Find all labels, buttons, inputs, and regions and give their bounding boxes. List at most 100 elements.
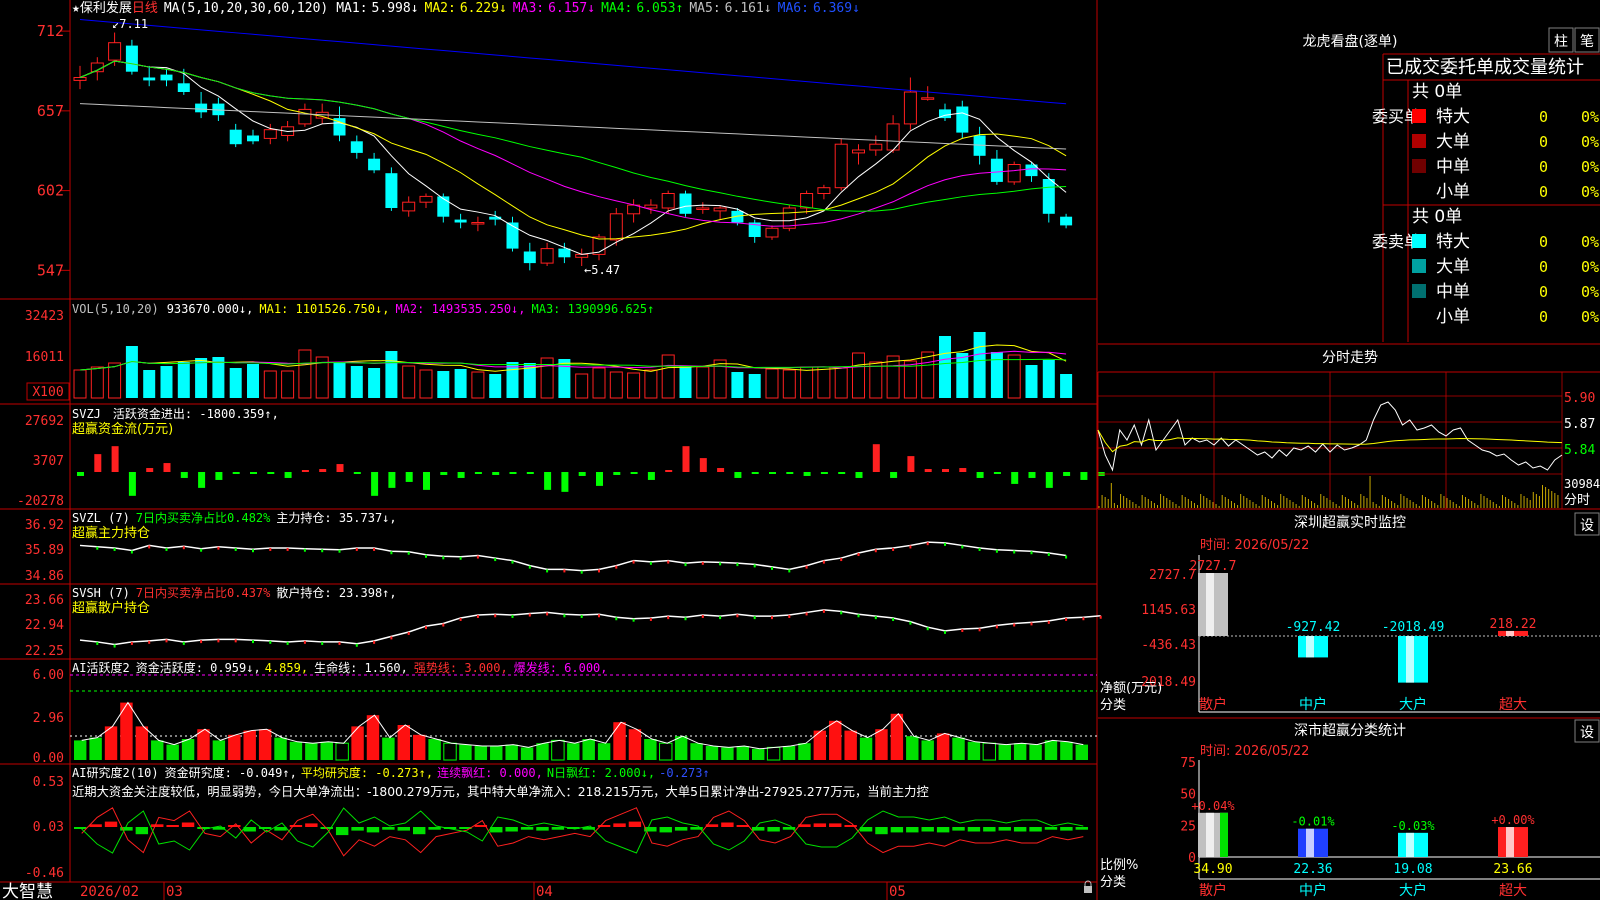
candle-body	[195, 103, 208, 113]
candle-body	[558, 248, 571, 258]
lock-icon[interactable]	[1084, 886, 1092, 893]
candle-body	[990, 158, 1003, 182]
svzl-main: 主力持仓: 35.737↓,	[276, 510, 396, 525]
activity-bar	[659, 742, 673, 761]
period-label[interactable]: 日线	[132, 1, 158, 16]
buy-row-name: 大单	[1436, 132, 1470, 152]
flow-bar	[440, 472, 448, 475]
ma3-name: MA3:	[513, 1, 544, 16]
flow-bar	[509, 472, 517, 474]
svg-text:AI活跃度2资金活跃度: 0.959↓,4.859,生命线:: AI活跃度2 资金活跃度: 0.959↓, 4.859, 生命线: 1.560, 强势线…	[72, 660, 608, 675]
research-bar	[628, 821, 642, 827]
flow-bar	[1063, 472, 1071, 476]
volume-bar	[679, 366, 692, 398]
price-axis-label: 712	[37, 22, 64, 40]
volume-bar	[454, 369, 467, 398]
activity-bar	[490, 746, 503, 760]
monitor-title: 深圳超赢实时监控	[1294, 514, 1406, 531]
ai2-t2: 平均研究度: -0.273↑,	[301, 765, 433, 780]
activity-bar	[829, 720, 842, 760]
monitor-category: 超大	[1499, 697, 1527, 713]
svsh-axis-0: 23.66	[25, 593, 64, 608]
vol-unit: X100	[32, 385, 63, 400]
monitor-bar-value: -2018.49	[1382, 620, 1445, 635]
activity-bar	[474, 746, 488, 760]
research-bar	[428, 827, 441, 830]
flow-bar	[457, 472, 465, 478]
flow-bar	[907, 456, 915, 472]
svg-text:笔: 笔	[1580, 34, 1594, 50]
classify-ylabel: 比例%	[1100, 858, 1138, 873]
price-axis-label: 547	[37, 261, 64, 279]
volume-bar	[212, 357, 225, 398]
svg-text:★保利发展日线MA(5,10,20,30,60,120)MA: ★保利发展日线 MA(5,10,20,30,60,120) MA1: 5.998↓ MA…	[72, 0, 860, 16]
research-bar	[243, 827, 256, 832]
volume-bar	[956, 353, 969, 398]
classify-panel[interactable]: 深市超赢分类统计 设 时间: 2026/05/22 7550250 比例% 分类…	[1100, 719, 1600, 899]
price-axis-label: 657	[37, 102, 64, 120]
classify-axis-label: 75	[1180, 756, 1196, 771]
research-bar	[921, 827, 934, 832]
activity-bar	[366, 715, 380, 760]
activity-bar	[998, 744, 1011, 760]
activity-bar	[1060, 741, 1073, 760]
activity-bar	[690, 743, 703, 760]
stock-name[interactable]: 保利发展	[80, 0, 132, 16]
ma4-name: MA4:	[601, 1, 632, 16]
vol-axis-1: 16011	[25, 350, 64, 365]
research-bar	[952, 827, 965, 831]
candle-body	[869, 143, 883, 151]
ai2-axis-1: 0.03	[33, 820, 64, 835]
candle-body	[921, 97, 935, 100]
monitor-panel[interactable]: 深圳超赢实时监控 设 时间: 2026/05/22 2727.7 1145.63…	[1098, 512, 1600, 719]
app-logo: 大智慧	[2, 882, 53, 900]
volume-bar	[489, 374, 502, 398]
research-bar	[1044, 827, 1058, 830]
volume-bar	[419, 369, 433, 399]
vol-ma3: MA3: 1390996.625↑	[532, 302, 655, 316]
research-bar	[859, 827, 873, 832]
svzj-axis-2: -20278	[17, 494, 64, 509]
dragon-subtitle: 已成交委托单成交量统计	[1386, 57, 1584, 78]
volume-bar	[627, 372, 641, 399]
volume-bar	[921, 351, 935, 399]
candle-body	[263, 129, 277, 139]
svsh-label: SVSH (7)	[72, 586, 130, 600]
candle-body	[350, 141, 363, 153]
ma6-value: 6.369↓	[813, 1, 860, 16]
ai2-t4: N日飘红: 2.000↓,	[547, 765, 655, 780]
flow-bar	[647, 472, 655, 480]
flow-bar	[180, 472, 188, 478]
volume-bar	[644, 369, 658, 399]
volume-bar	[800, 366, 814, 399]
flow-bar	[94, 454, 102, 472]
ma4-value: 6.053↑	[636, 1, 683, 16]
svg-text:SVSH (7)7日内买卖净占比0.437%散户持仓: 23: SVSH (7) 7日内买卖净占比0.437% 散户持仓: 23.398↑,	[72, 585, 397, 600]
classify-time: 时间: 2026/05/22	[1200, 744, 1309, 759]
research-bar	[1013, 827, 1027, 832]
classify-bar-highlight	[1206, 812, 1214, 857]
flow-bar	[1028, 472, 1036, 478]
date-label-2: 04	[536, 884, 553, 900]
flow-bar	[111, 446, 119, 472]
intraday-panel[interactable]: 分时走势 5.90 5.87 5.84 30984 分时	[1097, 350, 1600, 510]
activity-bar	[181, 739, 195, 760]
flow-bar	[301, 470, 309, 472]
volume-bar	[817, 366, 831, 399]
research-bar	[397, 827, 410, 831]
flow-bar	[284, 472, 292, 478]
research-bar	[382, 827, 395, 830]
sell-swatch	[1412, 284, 1426, 298]
flow-bar	[336, 464, 344, 472]
volume-bar	[333, 362, 346, 398]
volume-bar	[385, 351, 398, 398]
volume-bar	[437, 371, 450, 398]
activity-bar	[413, 734, 426, 760]
activity-bar	[274, 737, 287, 760]
flow-bar	[128, 472, 136, 496]
flow-bar	[872, 444, 880, 472]
intraday-vol: 30984	[1564, 477, 1600, 491]
sell-row-pct: 0%	[1581, 258, 1599, 276]
candle-body	[765, 227, 779, 238]
ai2-label: AI研究度2(10)	[72, 765, 159, 780]
